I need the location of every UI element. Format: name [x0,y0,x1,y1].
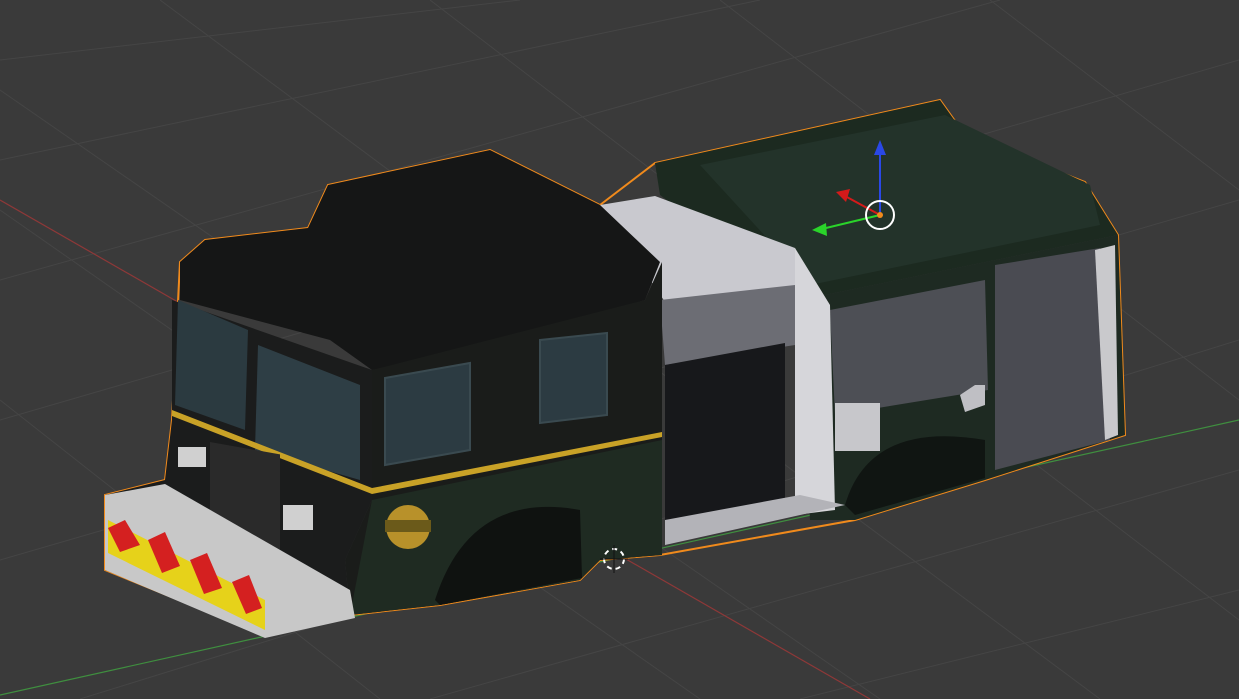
rear-compartment-right [995,248,1110,470]
pump-panel-lower [665,343,785,525]
fire-truck-mesh[interactable] [104,98,1127,638]
headlight-left [178,447,206,467]
viewport-canvas[interactable] [0,0,1239,699]
cab-window-1 [384,361,471,467]
headlight-right [283,505,313,530]
rear-panel-handle [835,403,880,451]
3d-viewport[interactable] [0,0,1239,699]
cab-window-2 [539,331,608,425]
object-origin-dot [877,212,883,218]
